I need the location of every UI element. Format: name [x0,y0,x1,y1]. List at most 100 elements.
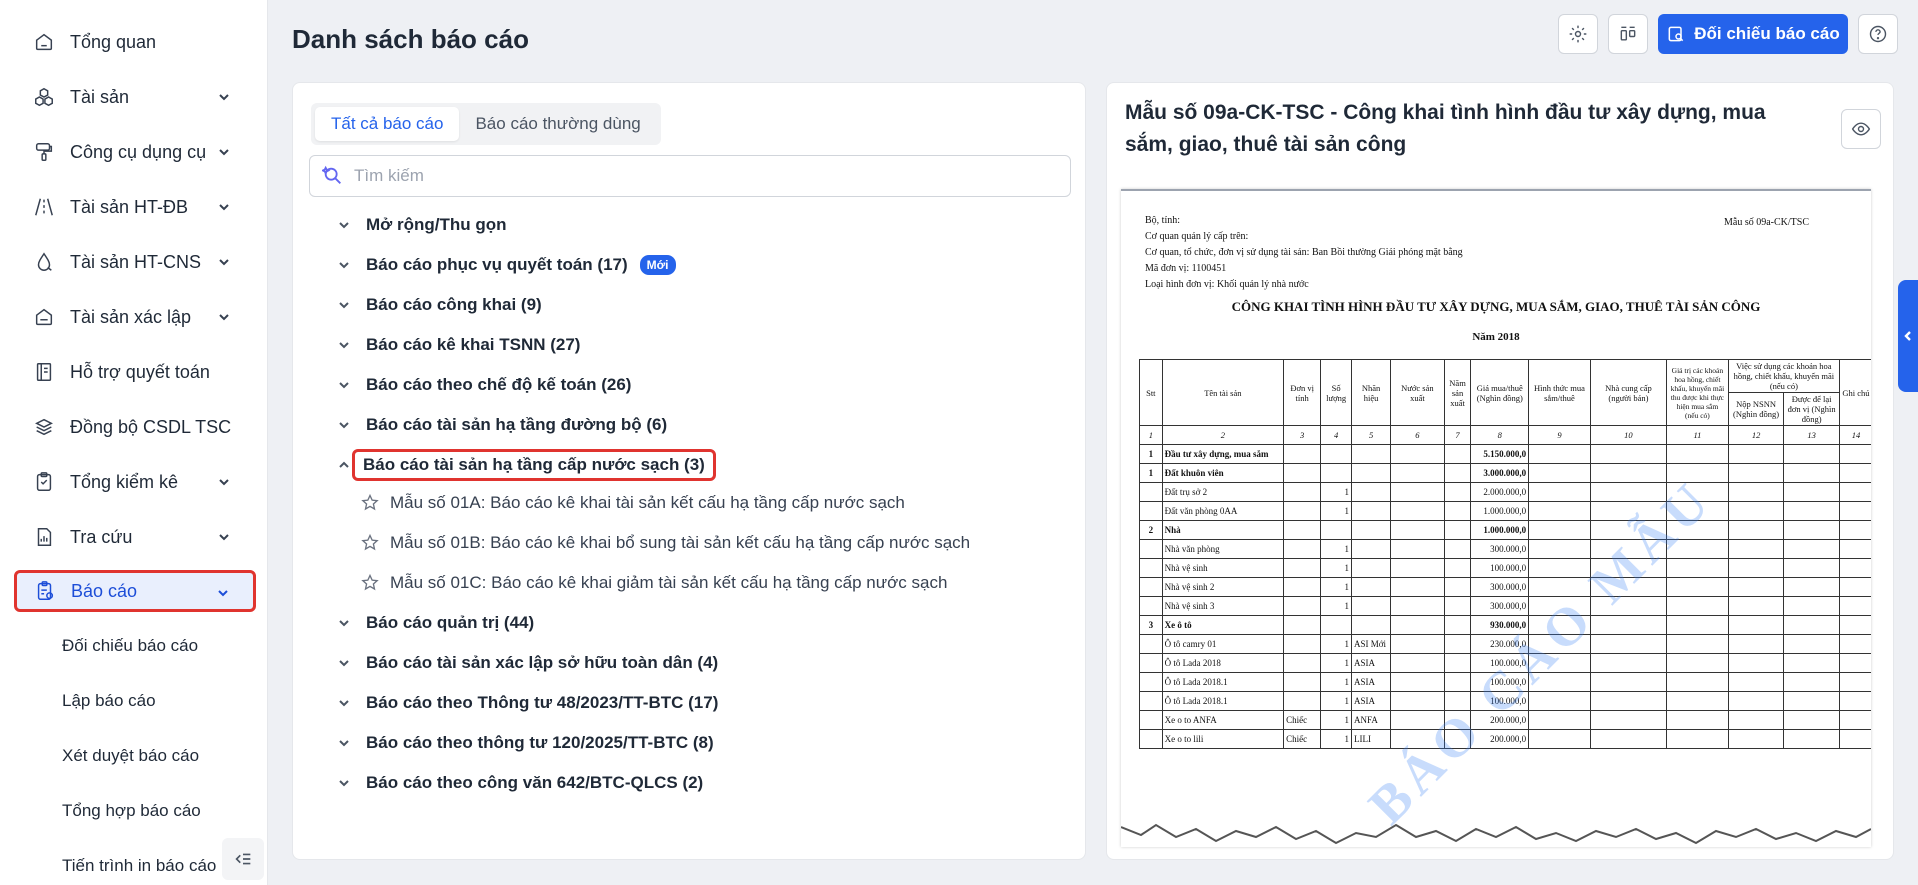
table-cell: ASIA [1351,691,1392,711]
table-cell [1283,634,1322,654]
table-cell [1727,520,1785,540]
tab-frequent-reports[interactable]: Báo cáo thường dùng [459,107,656,141]
table-cell: 2.000.000,0 [1470,482,1530,502]
sidebar-subitem-lap-bao-cao[interactable]: Lập báo cáo [62,691,156,711]
table-cell: Nhà vệ sinh 3 [1161,596,1285,616]
tree-group-duong-bo[interactable]: Báo cáo tài sản hạ tầng đường bộ (6) [336,410,667,440]
chevron-down-icon [336,695,352,711]
sidebar-subitem-tong-hop[interactable]: Tổng hợp báo cáo [62,801,201,821]
sidebar-item-tong-quan[interactable]: Tổng quan [16,22,254,62]
table-cell [1528,729,1591,749]
sidebar-item-dong-bo-csdl[interactable]: Đồng bộ CSDL TSC [16,407,254,447]
sidebar-item-bao-cao[interactable]: Báo cáo [14,570,256,612]
table-cell [1390,482,1445,502]
report-item-01b[interactable]: Mẫu số 01B: Báo cáo kê khai bổ sung tài … [360,529,970,557]
table-cell [1351,482,1392,502]
help-icon [1869,25,1887,43]
th-hinh: Hình thức mua sắm/thuê [1528,359,1591,426]
table-cell [1783,520,1840,540]
table-cell [1283,653,1322,673]
torn-edge [1121,823,1871,847]
report-item-01a[interactable]: Mẫu số 01A: Báo cáo kê khai tài sản kết … [360,489,905,517]
compare-reports-button[interactable]: Đối chiếu báo cáo [1658,14,1848,54]
table-cell [1666,577,1729,597]
sidebar-item-ho-tro-quyet-toan[interactable]: Hỗ trợ quyết toán [16,352,254,392]
tree-group-cong-khai[interactable]: Báo cáo công khai (9) [336,290,542,320]
table-cell: 1 [1139,463,1163,483]
table-cell [1351,558,1392,578]
tree-group-tt120[interactable]: Báo cáo theo thông tư 120/2025/TT-BTC (8… [336,728,714,758]
sidebar-item-tai-san-ht-db[interactable]: Tài sản HT-ĐB [16,187,254,227]
th-sl: Số lượng [1320,359,1353,426]
table-cell [1443,501,1472,521]
sidebar-subitem-doi-chieu[interactable]: Đối chiếu báo cáo [62,636,198,656]
table-cell: 300.000,0 [1470,577,1530,597]
th-nop: Nộp NSNN (Nghìn đồng) [1727,392,1785,426]
chevron-up-icon[interactable] [336,457,352,473]
report-item-label: Mẫu số 01B: Báo cáo kê khai bổ sung tài … [390,533,971,552]
th-dtl: Được để lại đơn vị (Nghìn đồng) [1783,392,1840,426]
tab-all-reports[interactable]: Tất cả báo cáo [315,107,460,141]
preview-view-button[interactable] [1841,109,1881,149]
sidebar-item-tai-san-ht-cns[interactable]: Tài sản HT-CNS [16,242,254,282]
table-cell [1443,596,1472,616]
table-cell [1783,596,1840,616]
table-cell: 1 [1320,691,1353,711]
table-cell [1443,539,1472,559]
sidebar-item-label: Tài sản HT-ĐB [70,196,189,217]
sidebar-item-cong-cu[interactable]: Công cụ dụng cụ [16,132,254,172]
table-cell [1838,558,1871,578]
layout-button[interactable] [1608,14,1648,54]
sidebar-subitem-xet-duyet[interactable]: Xét duyệt báo cáo [62,746,199,766]
sidebar-item-label: Tra cứu [70,526,133,547]
sidebar-item-tong-kiem-ke[interactable]: Tổng kiểm kê [16,462,254,502]
tree-group-cv642[interactable]: Báo cáo theo công văn 642/BTC-QLCS (2) [336,768,703,798]
table-cell: Đất trụ sở 2 [1161,482,1285,502]
table-cell: 100.000,0 [1470,558,1530,578]
column-number-row: 1 2 3 4 5 6 7 8 9 10 11 12 13 14 [1139,425,1871,445]
table-cell [1783,634,1840,654]
table-cell [1283,444,1322,464]
report-item-label: Mẫu số 01C: Báo cáo kê khai giảm tài sản… [390,573,948,592]
tree-group-che-do-ke-toan[interactable]: Báo cáo theo chế độ kế toán (26) [336,370,631,400]
water-drop-icon [32,250,56,274]
layers-sync-icon [32,415,56,439]
new-badge: Mới [639,255,676,275]
tree-group-quyet-toan[interactable]: Báo cáo phục vụ quyết toán (17) Mới [336,250,676,280]
tree-expand-collapse[interactable]: Mở rộng/Thu gọn [336,210,507,240]
tree-group-quan-tri[interactable]: Báo cáo quản trị (44) [336,608,534,638]
collapse-sidebar-button[interactable] [222,838,264,880]
table-cell [1320,520,1353,540]
settings-button[interactable] [1558,14,1598,54]
tree-group-tt48[interactable]: Báo cáo theo Thông tư 48/2023/TT-BTC (17… [336,688,718,718]
doc-form-number: Mẫu số 09a-CK/TSC [1724,217,1809,228]
chevron-down-icon [336,775,352,791]
doc-meta-line: Mã đơn vị: 1100451 [1145,263,1227,274]
table-cell: 1 [1320,539,1353,559]
table-cell [1139,653,1163,673]
table-cell [1838,520,1871,540]
th-vsd: Việc sử dụng các khoản hoa hồng, chiết k… [1727,359,1840,393]
help-button[interactable] [1858,14,1898,54]
table-cell [1283,577,1322,597]
tree-group-ke-khai-tsnn[interactable]: Báo cáo kê khai TSNN (27) [336,330,580,360]
table-cell: 1.000.000,0 [1470,520,1530,540]
table-row: Nhà vệ sinh 3 1 300.000,0 [1139,596,1871,616]
table-cell [1139,482,1163,502]
tree-group-cap-nuoc-sach[interactable]: Báo cáo tài sản hạ tầng cấp nước sạch (3… [352,449,716,481]
doc-meta-line: Cơ quan, tổ chức, đơn vị sử dụng tài sản… [1145,247,1463,258]
sidebar-item-tai-san-xac-lap[interactable]: Tài sản xác lập [16,297,254,337]
table-cell [1727,482,1785,502]
sidebar-item-tai-san[interactable]: Tài sản [16,77,254,117]
report-item-01c[interactable]: Mẫu số 01C: Báo cáo kê khai giảm tài sản… [360,569,947,597]
search-input[interactable] [354,166,1054,186]
sidebar-subitem-tien-trinh-in[interactable]: Tiến trình in báo cáo [62,856,216,876]
chevron-down-icon [216,144,232,160]
report-preview-document[interactable]: Bộ, tỉnh: Cơ quan quản lý cấp trên: Cơ q… [1121,189,1871,847]
side-expand-tab[interactable] [1898,280,1918,392]
table-cell: 1 [1320,596,1353,616]
table-cell [1390,444,1445,464]
sidebar-item-tra-cuu[interactable]: Tra cứu [16,517,254,557]
tree-group-xac-lap-so-huu[interactable]: Báo cáo tài sản xác lập sở hữu toàn dân … [336,648,718,678]
tree-label: Báo cáo tài sản hạ tầng đường bộ (6) [366,415,668,434]
